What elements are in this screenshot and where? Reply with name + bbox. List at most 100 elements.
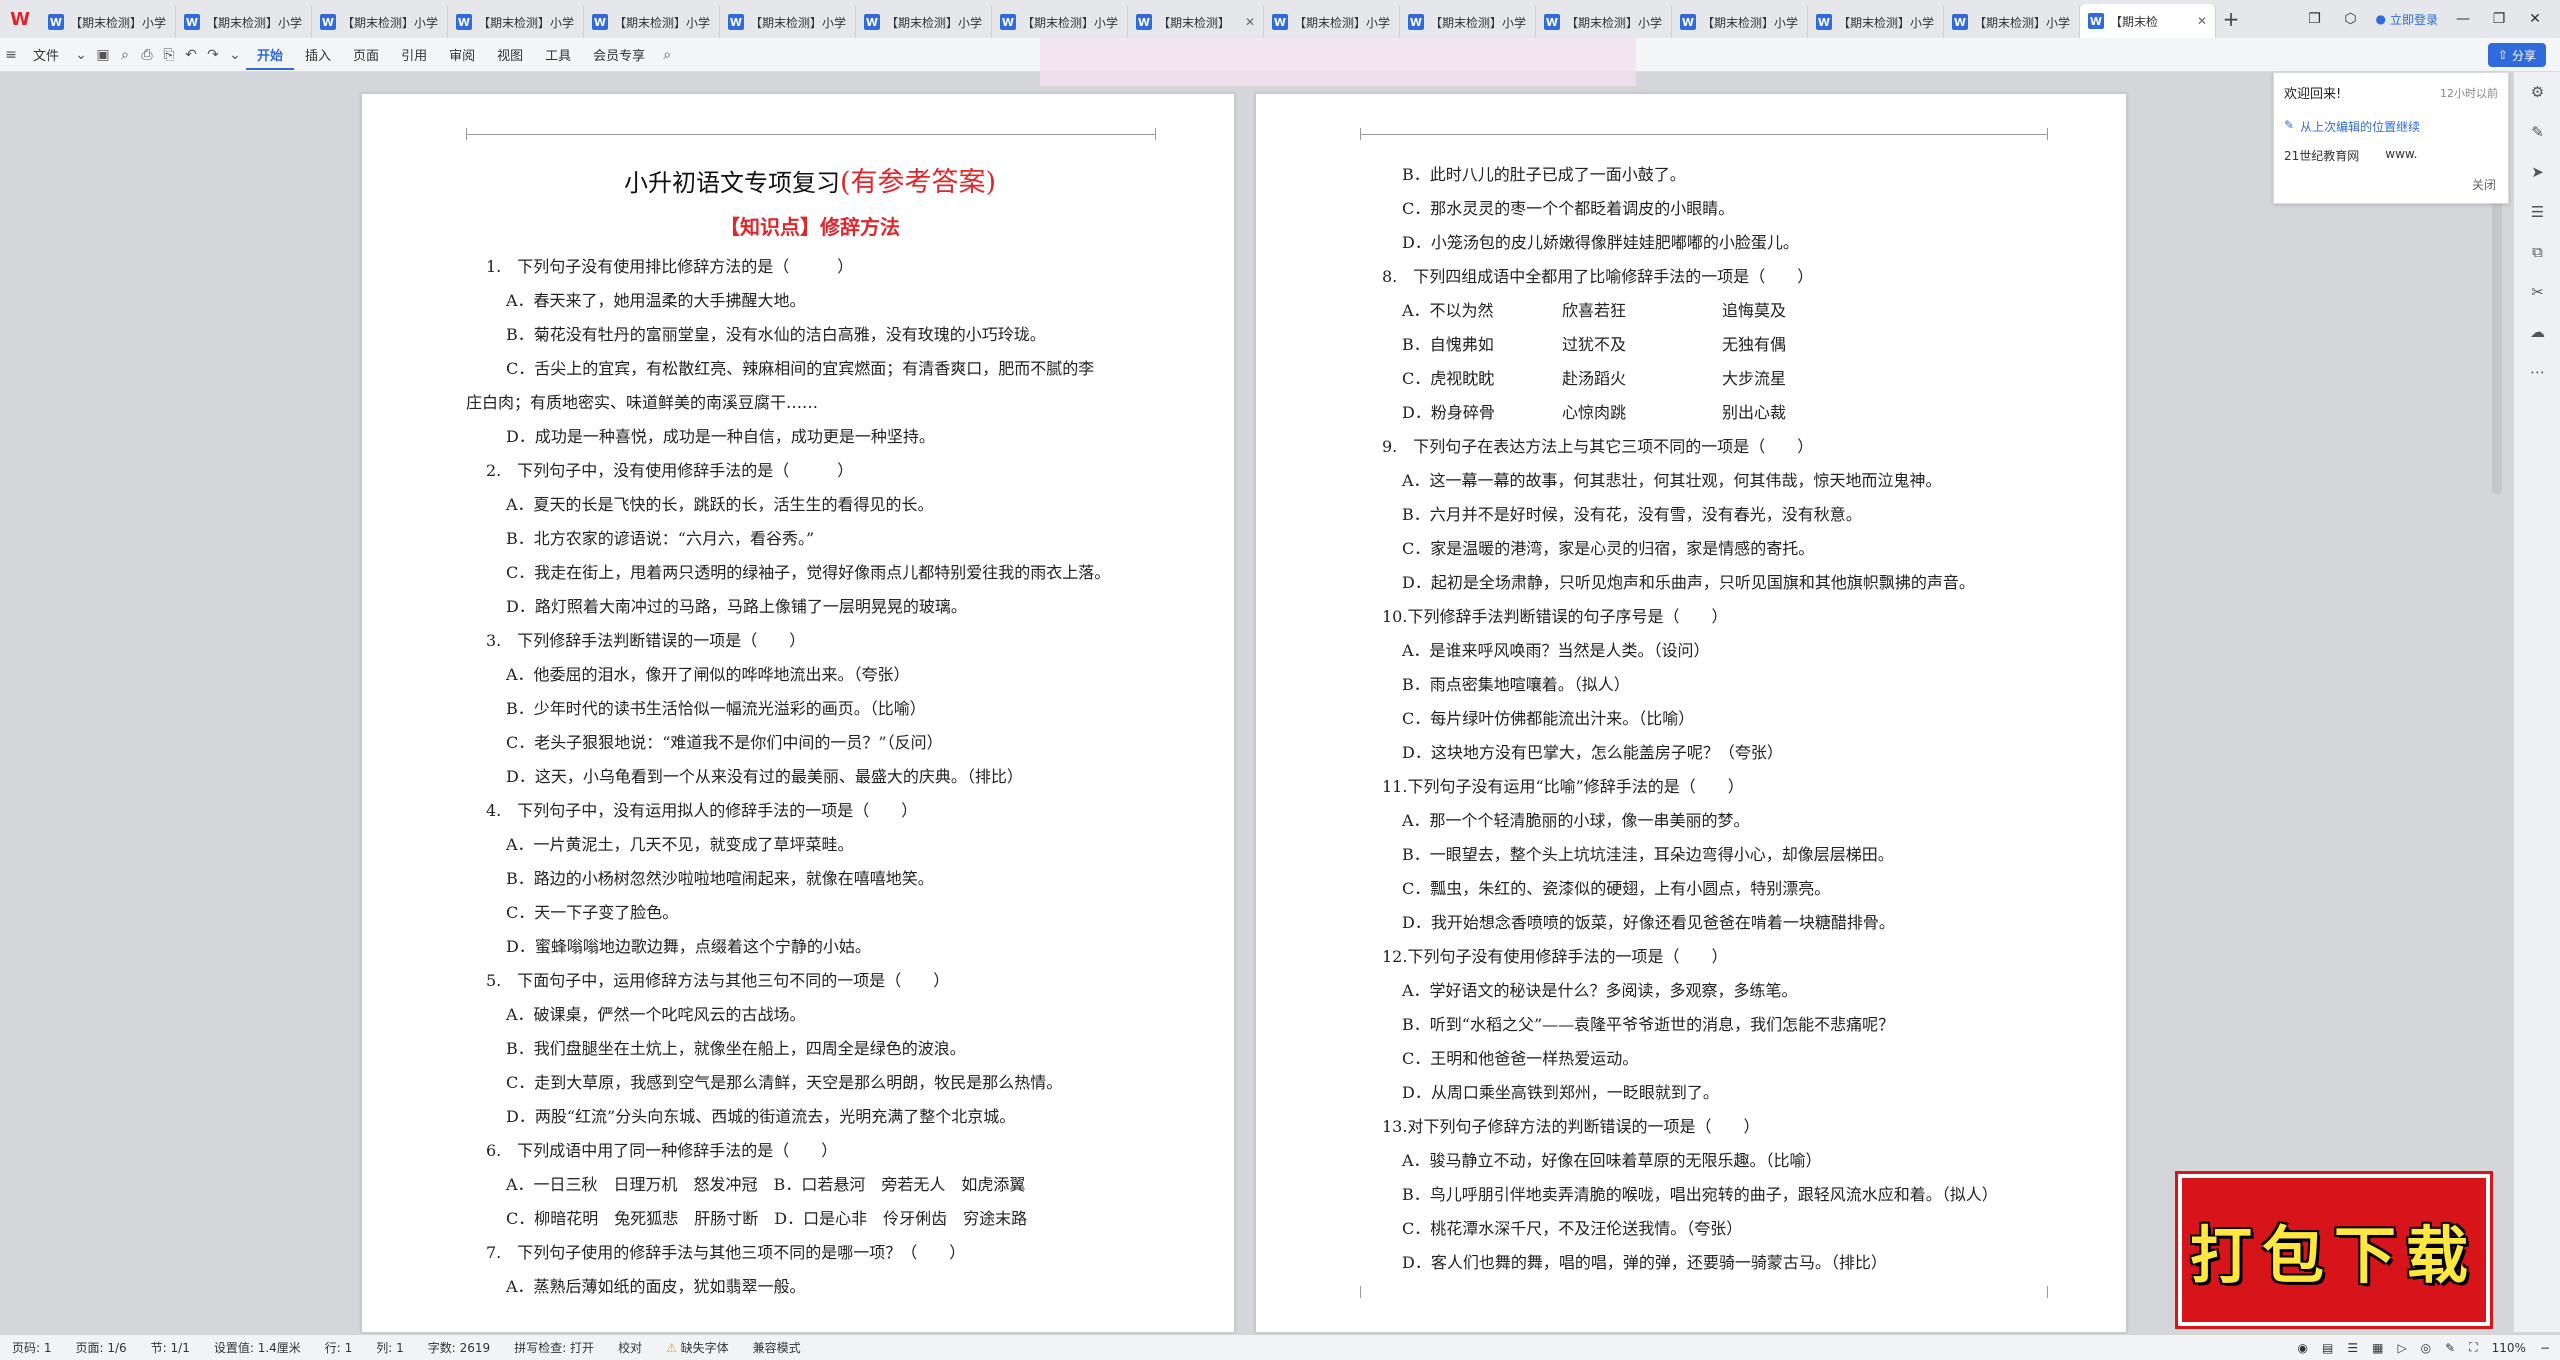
option: C．舌尖上的宜宾，有松散红亮、辣麻相间的宜宾燃面；有清香爽口，肥而不腻的李: [506, 359, 1095, 378]
chevron-down-icon[interactable]: ⌄: [70, 47, 92, 63]
restore-icon[interactable]: ❐: [2488, 11, 2510, 27]
status-proofread[interactable]: 校对: [606, 1339, 654, 1356]
document-tab[interactable]: W 【期末检测】小学: [40, 6, 176, 38]
redo-icon[interactable]: ↷: [202, 47, 224, 63]
page-view-icon[interactable]: ▤: [2322, 1341, 2333, 1355]
tab-label: 【期末检测】小学: [1566, 15, 1663, 30]
status-section[interactable]: 节: 1/1: [139, 1339, 202, 1356]
search-icon[interactable]: ⌕: [656, 47, 678, 63]
option: A．骏马静立不动，好像在回味着草原的无限乐趣。（比喻）: [1402, 1151, 1822, 1170]
tab-member[interactable]: 会员专享: [582, 45, 656, 64]
document-tab[interactable]: W 【期末检测】小学: [1944, 6, 2080, 38]
welcome-header: 欢迎回来! 12小时以前: [2284, 83, 2498, 103]
eye-icon[interactable]: ◉: [2298, 1341, 2308, 1355]
missing-font-label: 缺失字体: [680, 1341, 729, 1355]
save-cloud-icon[interactable]: ☁: [2514, 312, 2560, 352]
word-doc-icon: W: [1136, 14, 1152, 30]
tab-tools[interactable]: 工具: [534, 45, 582, 64]
pen-icon[interactable]: ✎: [2445, 1341, 2455, 1355]
tab-page[interactable]: 页面: [342, 45, 390, 64]
status-page-number[interactable]: 页码: 1: [0, 1339, 64, 1356]
zoom-level[interactable]: 110%: [2492, 1341, 2526, 1355]
document-tab[interactable]: W 【期末检测】小学: [448, 6, 584, 38]
menu-icon[interactable]: ≡: [0, 47, 22, 63]
more-icon[interactable]: ⋯: [2514, 352, 2560, 392]
option: D．小笼汤包的皮儿娇嫩得像胖娃娃肥嘟嘟的小脸蛋儿。: [1402, 233, 1799, 252]
document-tab[interactable]: W 【期末检测】小学: [312, 6, 448, 38]
document-tab[interactable]: W 【期末检测】小学: [1536, 6, 1672, 38]
window-layout-icon[interactable]: ❐: [2304, 11, 2326, 27]
option: C．老头子狠狠地说：“难道我不是你们中间的一员？”（反问）: [506, 733, 943, 752]
web-view-icon[interactable]: ☰: [2347, 1341, 2358, 1355]
open-icon[interactable]: ⌕: [114, 47, 136, 63]
settings-gear-icon[interactable]: ⚙: [2514, 72, 2560, 112]
option-col: 过犹不及: [1562, 335, 1627, 354]
option: C．我走在街上，甩着两只透明的绿袖子，觉得好像雨点儿都特别爱往我的雨衣上落。: [506, 563, 1111, 582]
document-tab-active[interactable]: W 【期末检 ✕: [2080, 4, 2216, 38]
status-missing-font[interactable]: ⚠ 缺失字体: [654, 1339, 741, 1356]
pointer-icon[interactable]: ➤: [2514, 152, 2560, 192]
question: 7. 下列句子使用的修辞手法与其他三项不同的是哪一项？（ ）: [486, 1243, 966, 1262]
save-icon[interactable]: ▣: [92, 47, 114, 63]
tabbar-right: ❐ ⬡ ● 立即登录 — ❐ ✕: [2304, 11, 2560, 28]
login-button[interactable]: ● 立即登录: [2376, 11, 2439, 28]
tab-review[interactable]: 审阅: [438, 45, 486, 64]
outline-view-icon[interactable]: ▦: [2372, 1341, 2383, 1355]
fit-icon[interactable]: ⛶: [2469, 1340, 2477, 1355]
settings-cube-icon[interactable]: ⬡: [2340, 11, 2362, 27]
tab-insert[interactable]: 插入: [294, 45, 342, 64]
share-button[interactable]: ⇧ 分享: [2487, 43, 2546, 67]
tab-reference[interactable]: 引用: [390, 45, 438, 64]
document-tab[interactable]: W 【期末检测】小学: [176, 6, 312, 38]
word-doc-icon: W: [1952, 14, 1968, 30]
status-row[interactable]: 行: 1: [313, 1339, 365, 1356]
new-tab-button[interactable]: +: [2216, 7, 2246, 31]
globe-icon[interactable]: ◎: [2421, 1341, 2431, 1355]
tools-icon[interactable]: ✂: [2514, 272, 2560, 312]
document-page-2: B．此时八儿的肚子已成了一面小鼓了。 C．那水灵灵的枣一个个都眨着调皮的小眼睛。…: [1255, 93, 2127, 1333]
document-tab[interactable]: W 【期末检测】小学: [856, 6, 992, 38]
document-tab[interactable]: W 【期末检测】小学: [1672, 6, 1808, 38]
wps-logo-icon[interactable]: W: [0, 0, 40, 38]
minimize-icon[interactable]: —: [2452, 11, 2474, 27]
option: A．破课桌，俨然一个叱咤风云的古战场。: [506, 1005, 806, 1024]
document-tab[interactable]: W 【期末检测】小学: [584, 6, 720, 38]
document-tab[interactable]: W 【期末检测】小学: [1808, 6, 1944, 38]
document-tab[interactable]: W 【期末检测】 ✕: [1128, 6, 1264, 38]
status-setting[interactable]: 设置值: 1.4厘米: [202, 1339, 313, 1356]
sliders-icon[interactable]: ☰: [2514, 192, 2560, 232]
crop-icon[interactable]: ⧉: [2514, 232, 2560, 272]
document-tab[interactable]: W 【期末检测】小学: [1264, 6, 1400, 38]
status-word-count[interactable]: 字数: 2619: [416, 1339, 502, 1356]
download-package-banner[interactable]: 打包下载: [2175, 1171, 2493, 1329]
close-popup-button[interactable]: 关闭: [2472, 176, 2496, 193]
close-tab-icon[interactable]: ✕: [2197, 14, 2207, 28]
option: A．一片黄泥土，几天不见，就变成了草坪菜畦。: [506, 835, 854, 854]
play-icon[interactable]: ▷: [2397, 1341, 2406, 1355]
page-2-content[interactable]: B．此时八儿的肚子已成了一面小鼓了。 C．那水灵灵的枣一个个都眨着调皮的小眼睛。…: [1360, 158, 2048, 1280]
print-preview-icon[interactable]: ⎘: [158, 47, 180, 63]
pen-edit-icon[interactable]: ✎: [2514, 112, 2560, 152]
tab-home[interactable]: 开始: [246, 39, 295, 70]
word-doc-icon: W: [320, 14, 336, 30]
close-window-icon[interactable]: ✕: [2524, 11, 2546, 27]
file-menu[interactable]: 文件: [22, 45, 70, 64]
close-tab-icon[interactable]: ✕: [1245, 15, 1255, 29]
option: D．这块地方没有巴掌大，怎么能盖房子呢？（夸张）: [1402, 743, 1783, 762]
tab-view[interactable]: 视图: [486, 45, 534, 64]
document-tab[interactable]: W 【期末检测】小学: [992, 6, 1128, 38]
word-doc-icon: W: [1000, 14, 1016, 30]
section-title: 【知识点】修辞方法: [720, 215, 900, 239]
print-icon[interactable]: ⎙: [136, 47, 158, 63]
document-tab[interactable]: W 【期末检测】小学: [720, 6, 856, 38]
status-col[interactable]: 列: 1: [364, 1339, 416, 1356]
status-spell-check[interactable]: 拼写检查: 打开: [502, 1339, 606, 1356]
chevron-down-icon[interactable]: ⌄: [224, 47, 246, 63]
zoom-out-icon[interactable]: −: [2540, 1341, 2550, 1355]
option: A．学好语文的秘诀是什么？多阅读，多观察，多练笔。: [1402, 981, 1798, 1000]
undo-icon[interactable]: ↶: [180, 47, 202, 63]
resume-editing-link[interactable]: ✎ 从上次编辑的位置继续: [2284, 118, 2498, 135]
page-1-content[interactable]: 小升初语文专项复习(有参考答案) 【知识点】修辞方法 1. 下列句子没有使用排比…: [464, 160, 1156, 1304]
document-tab[interactable]: W 【期末检测】小学: [1400, 6, 1536, 38]
status-pages[interactable]: 页面: 1/6: [64, 1339, 139, 1356]
